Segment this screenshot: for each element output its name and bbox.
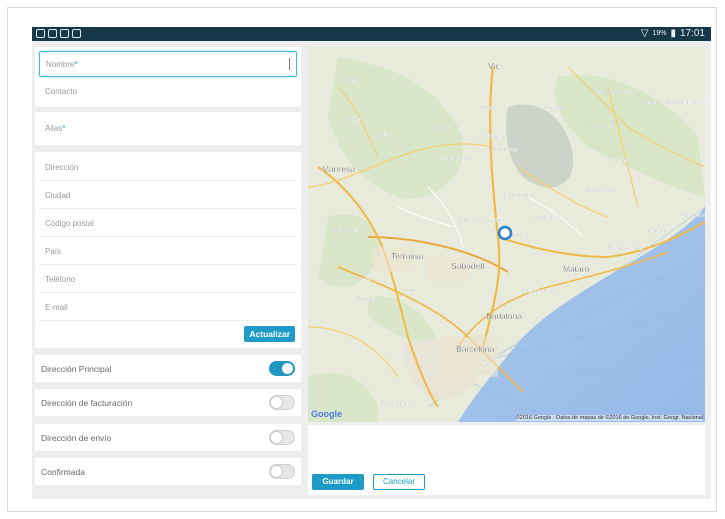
- battery-level: 19%: [652, 30, 667, 37]
- address-field-placeholder: Teléfono: [45, 275, 76, 284]
- wifi-icon: ▽: [640, 28, 649, 39]
- map-place-label: Artés: [376, 133, 389, 139]
- map-view[interactable]: Vic Navàs Tona Santa Coloma de Farners Sant …: [308, 47, 705, 422]
- toggle-row: Dirección de facturación: [35, 389, 301, 416]
- map-place-label: Santa Coloma de Farners: [643, 100, 705, 106]
- toggle-switch[interactable]: [269, 361, 295, 376]
- address-field[interactable]: Teléfono: [39, 267, 297, 293]
- map-place-label: Martorell: [356, 297, 377, 303]
- toggle-knob: [270, 465, 283, 478]
- map-place-label: Premià de Mar: [523, 289, 559, 295]
- toggle-label: Dirección Principal: [41, 364, 112, 374]
- status-bar: ▽ 19% ▮ 17:01: [32, 27, 711, 41]
- contact-placeholder: Contacto: [45, 87, 78, 96]
- app-icon: [72, 29, 81, 38]
- address-panel: Dirección Ciudad Código postal País Teléfono…: [35, 152, 301, 348]
- map-place-label: Castellterçol: [438, 156, 468, 162]
- required-mark: *: [62, 124, 66, 133]
- gallery-icon: [36, 29, 45, 38]
- camera-icon: [48, 29, 57, 38]
- alias-placeholder: Alias: [45, 124, 63, 133]
- map-place-label: La Garriga: [504, 193, 531, 199]
- map-place-label: Moià: [433, 126, 446, 132]
- status-icons: [36, 29, 81, 38]
- map-attribution: ©2016 Google - Datos de mapas de ©2016 d…: [515, 415, 703, 421]
- toggle-knob: [270, 431, 283, 444]
- map-place-label: Sabadell: [451, 261, 484, 271]
- address-field[interactable]: País: [39, 239, 297, 265]
- map-place-label: Vic: [488, 61, 500, 71]
- map-place-label: Mataró: [563, 264, 590, 274]
- address-field-placeholder: Ciudad: [45, 191, 71, 200]
- window-frame: ▽ 19% ▮ 17:01 Nombre* Contacto Alias* Di: [7, 7, 717, 512]
- address-field[interactable]: E-mail: [39, 295, 297, 321]
- required-mark: *: [74, 60, 78, 69]
- toggle-row: Dirección Principal: [35, 355, 301, 382]
- contact-panel: Nombre* Contacto: [35, 47, 301, 107]
- name-placeholder: Nombre: [46, 60, 75, 69]
- map-place-label: Castelldefels: [381, 401, 413, 407]
- device-screen: ▽ 19% ▮ 17:01 Nombre* Contacto Alias* Di: [32, 27, 711, 499]
- actions-area: Guardar Cancelar: [308, 425, 705, 495]
- map-place-label: Arbúcies: [591, 123, 613, 129]
- address-field[interactable]: Dirección: [39, 155, 297, 181]
- map-place-label: Abrera: [354, 277, 371, 283]
- settings-icon: [60, 29, 69, 38]
- map-place-label: Navàs: [342, 78, 358, 84]
- map-place-label: Caldes de Montbui: [458, 218, 504, 224]
- map-place-label: Arenys de Mar: [608, 246, 644, 252]
- contact-input[interactable]: Contacto: [39, 79, 297, 105]
- map-place-label: Barcelona: [456, 344, 495, 354]
- alias-panel: Alias*: [35, 112, 301, 145]
- location-marker-center: [501, 229, 509, 237]
- address-field-placeholder: Dirección: [45, 163, 79, 172]
- map-place-label: Súria: [348, 117, 362, 123]
- battery-icon: ▮: [670, 28, 676, 39]
- toggle-knob: [270, 396, 283, 409]
- map-place-label: Viladrau: [546, 106, 566, 112]
- toggle-row: Dirección de envío: [35, 424, 301, 451]
- map-place-label: Centelles: [480, 134, 503, 140]
- map-place-label: Badalona: [486, 311, 522, 321]
- map-place-label: Cardedeu: [534, 215, 558, 221]
- map-place-label: Montornès: [333, 228, 359, 234]
- toggle-row: Confirmada: [35, 458, 301, 485]
- alias-input[interactable]: Alias*: [39, 116, 297, 142]
- map-place-label: Manresa: [322, 164, 355, 174]
- address-field-placeholder: Código postal: [45, 219, 94, 228]
- cancel-button[interactable]: Cancelar: [373, 474, 425, 490]
- map-place-label: Breda: [612, 158, 628, 164]
- toggle-knob: [281, 362, 294, 375]
- map-place-label: Aiguafreda: [491, 147, 519, 153]
- toggle-label: Dirección de envío: [41, 433, 112, 443]
- map-place-label: Rubí: [404, 288, 416, 294]
- clock: 17:01: [679, 28, 705, 39]
- map-place-label: Sant Celoni: [585, 188, 613, 194]
- address-field[interactable]: Ciudad: [39, 183, 297, 209]
- name-input[interactable]: Nombre*: [39, 51, 297, 77]
- text-caret: [289, 58, 290, 70]
- address-field[interactable]: Código postal: [39, 211, 297, 237]
- map-place-label: Sant Hilari Sacalm: [593, 90, 639, 96]
- update-button[interactable]: Actualizar: [244, 326, 295, 342]
- save-button[interactable]: Guardar: [312, 474, 364, 490]
- google-logo: Google: [311, 409, 342, 419]
- toggle-label: Confirmada: [41, 467, 85, 477]
- toggle-switch[interactable]: [269, 395, 295, 410]
- toggle-switch[interactable]: [269, 430, 295, 445]
- map-place-label: Terrassa: [391, 251, 424, 261]
- map-place-label: Tona: [480, 105, 493, 111]
- status-right: ▽ 19% ▮ 17:01: [641, 28, 705, 39]
- map-canvas: Vic Navàs Tona Santa Coloma de Farners Sant …: [308, 47, 705, 422]
- address-field-placeholder: País: [45, 247, 62, 256]
- map-place-label: Malgrat de Mar: [683, 213, 705, 219]
- address-field-placeholder: E-mail: [45, 303, 68, 312]
- toggle-switch[interactable]: [269, 464, 295, 479]
- map-place-label: Calella: [648, 229, 666, 235]
- toggle-label: Dirección de facturación: [41, 398, 133, 408]
